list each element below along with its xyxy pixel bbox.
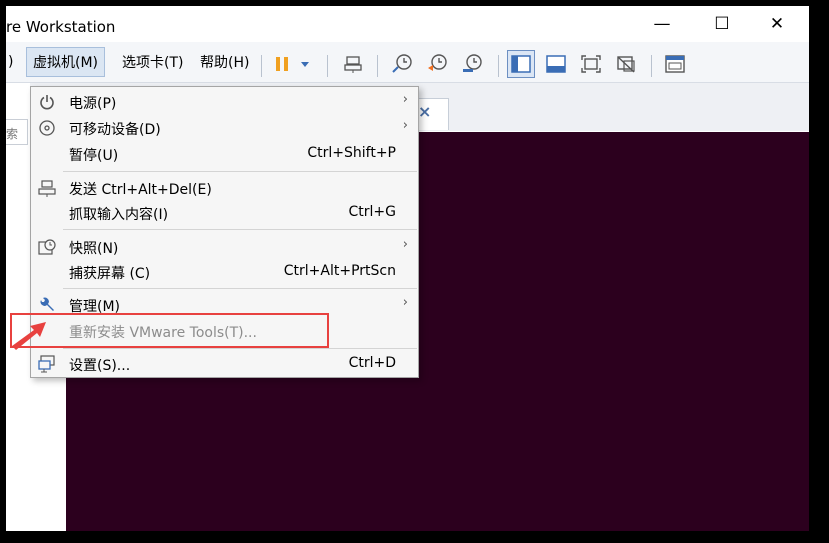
menu-tabs[interactable]: 选项卡(T) [116, 47, 189, 77]
app-title: re Workstation [6, 18, 116, 36]
right-edge-char: 月 [809, 180, 820, 193]
wrench-icon [37, 295, 57, 315]
title-bar: re Workstation — ☐ ✕ [6, 6, 809, 42]
maximize-icon: ☐ [714, 14, 730, 34]
thumbnail-icon [665, 55, 685, 73]
removable-device-icon [37, 118, 57, 138]
right-panel-edge [809, 6, 815, 537]
right-edge-char: 安 [809, 456, 820, 469]
dropdown-arrow-icon [301, 62, 309, 67]
settings-icon [37, 354, 57, 374]
annotation-highlight-box [10, 313, 329, 348]
pause-dropdown-button[interactable] [296, 50, 314, 78]
fullscreen-icon [581, 55, 601, 73]
snapshot-manager-icon [463, 54, 482, 72]
send-keys-icon [344, 56, 362, 73]
menu-item-grab-input[interactable]: 抓取输入内容(I) Ctrl+G [31, 200, 418, 226]
minimize-icon: — [653, 14, 671, 34]
menu-item-label: 快照(N) [69, 241, 119, 257]
view-console-button[interactable] [542, 50, 570, 78]
submenu-arrow-icon: › [402, 295, 408, 310]
snapshot-revert-icon [428, 54, 447, 71]
pause-button[interactable] [268, 50, 296, 78]
menu-item-label: 设置(S)... [69, 358, 131, 374]
right-edge-char: 安 [809, 420, 820, 433]
pause-icon [276, 57, 288, 71]
menu-item-label: 捕获屏幕 (C) [69, 266, 151, 282]
menu-item-snapshot[interactable]: 快照(N) › [31, 234, 418, 260]
toolbar-separator [327, 55, 328, 77]
menu-item-label: 电源(P) [69, 96, 117, 112]
menu-separator [63, 171, 417, 172]
maximize-button[interactable]: ☐ [699, 12, 745, 36]
menu-item-settings[interactable]: 设置(S)... Ctrl+D [31, 351, 418, 377]
view-sidebar-icon [511, 55, 531, 73]
view-sidebar-button[interactable] [507, 50, 535, 78]
right-edge-char: D [809, 506, 818, 519]
right-edge-char: 日 [809, 104, 820, 117]
snapshot-revert-button[interactable] [423, 50, 451, 78]
right-edge-char: 日 [809, 143, 820, 156]
snapshot-manager-button[interactable] [458, 50, 486, 78]
view-console-icon [546, 55, 566, 73]
menu-item-label: 抓取输入内容(I) [69, 207, 169, 223]
minimize-button[interactable]: — [639, 12, 685, 36]
toolbar-separator [498, 55, 499, 77]
unity-icon [617, 56, 635, 73]
menu-separator [63, 288, 417, 289]
toolbar-separator [651, 55, 652, 77]
submenu-arrow-icon: › [402, 92, 408, 107]
keyboard-send-icon [37, 178, 57, 198]
menu-separator [63, 348, 417, 349]
search-fragment: 索 [6, 127, 19, 141]
menu-item-send-ctrl-alt-del[interactable]: 发送 Ctrl+Alt+Del(E) [31, 175, 418, 201]
submenu-arrow-icon: › [402, 118, 408, 133]
menu-item-capture-screen[interactable]: 捕获屏幕 (C) Ctrl+Alt+PrtScn [31, 259, 418, 285]
menu-item-removable-devices[interactable]: 可移动设备(D) › [31, 115, 418, 141]
right-edge-char: 单 [809, 334, 820, 347]
right-edge-char: I [809, 476, 813, 489]
menu-item-shortcut: Ctrl+D [348, 355, 396, 371]
tab-close-icon[interactable]: × [418, 102, 431, 121]
menu-item-shortcut: Ctrl+Shift+P [307, 145, 396, 161]
unity-button[interactable] [612, 50, 640, 78]
toolbar-separator [261, 55, 262, 77]
menu-item-label: 可移动设备(D) [69, 122, 161, 138]
fullscreen-button[interactable] [577, 50, 605, 78]
toolbar-separator [377, 55, 378, 77]
right-edge-char: 忙 [809, 291, 820, 304]
snapshot-icon [37, 237, 57, 257]
menu-help[interactable]: 帮助(H) [194, 47, 255, 77]
window-frame: re Workstation — ☐ ✕ ) 虚拟机(M) 选项卡(T) 帮助(… [0, 0, 829, 543]
close-button[interactable]: ✕ [754, 12, 800, 36]
menu-fragment: ) [8, 54, 14, 70]
menu-item-label: 发送 Ctrl+Alt+Del(E) [69, 182, 212, 198]
annotation-arrow-icon [12, 322, 46, 350]
thumbnail-button[interactable] [661, 50, 689, 78]
menu-separator [63, 229, 417, 230]
close-icon: ✕ [769, 14, 785, 34]
menu-bar: ) 虚拟机(M) 选项卡(T) 帮助(H) [6, 42, 809, 83]
menu-item-power[interactable]: 电源(P) › [31, 89, 418, 115]
send-keys-button[interactable] [339, 50, 367, 78]
menu-item-pause[interactable]: 暂停(U) Ctrl+Shift+P [31, 141, 418, 167]
snapshot-take-button[interactable] [388, 50, 416, 78]
power-icon [37, 92, 57, 112]
menu-vm[interactable]: 虚拟机(M) [26, 47, 106, 77]
menu-item-shortcut: Ctrl+Alt+PrtScn [283, 263, 396, 279]
menu-item-label: 暂停(U) [69, 148, 119, 164]
menu-item-shortcut: Ctrl+G [348, 204, 397, 220]
snapshot-take-icon [392, 54, 412, 73]
library-search-input[interactable]: 索 [6, 119, 28, 145]
submenu-arrow-icon: › [402, 237, 408, 252]
